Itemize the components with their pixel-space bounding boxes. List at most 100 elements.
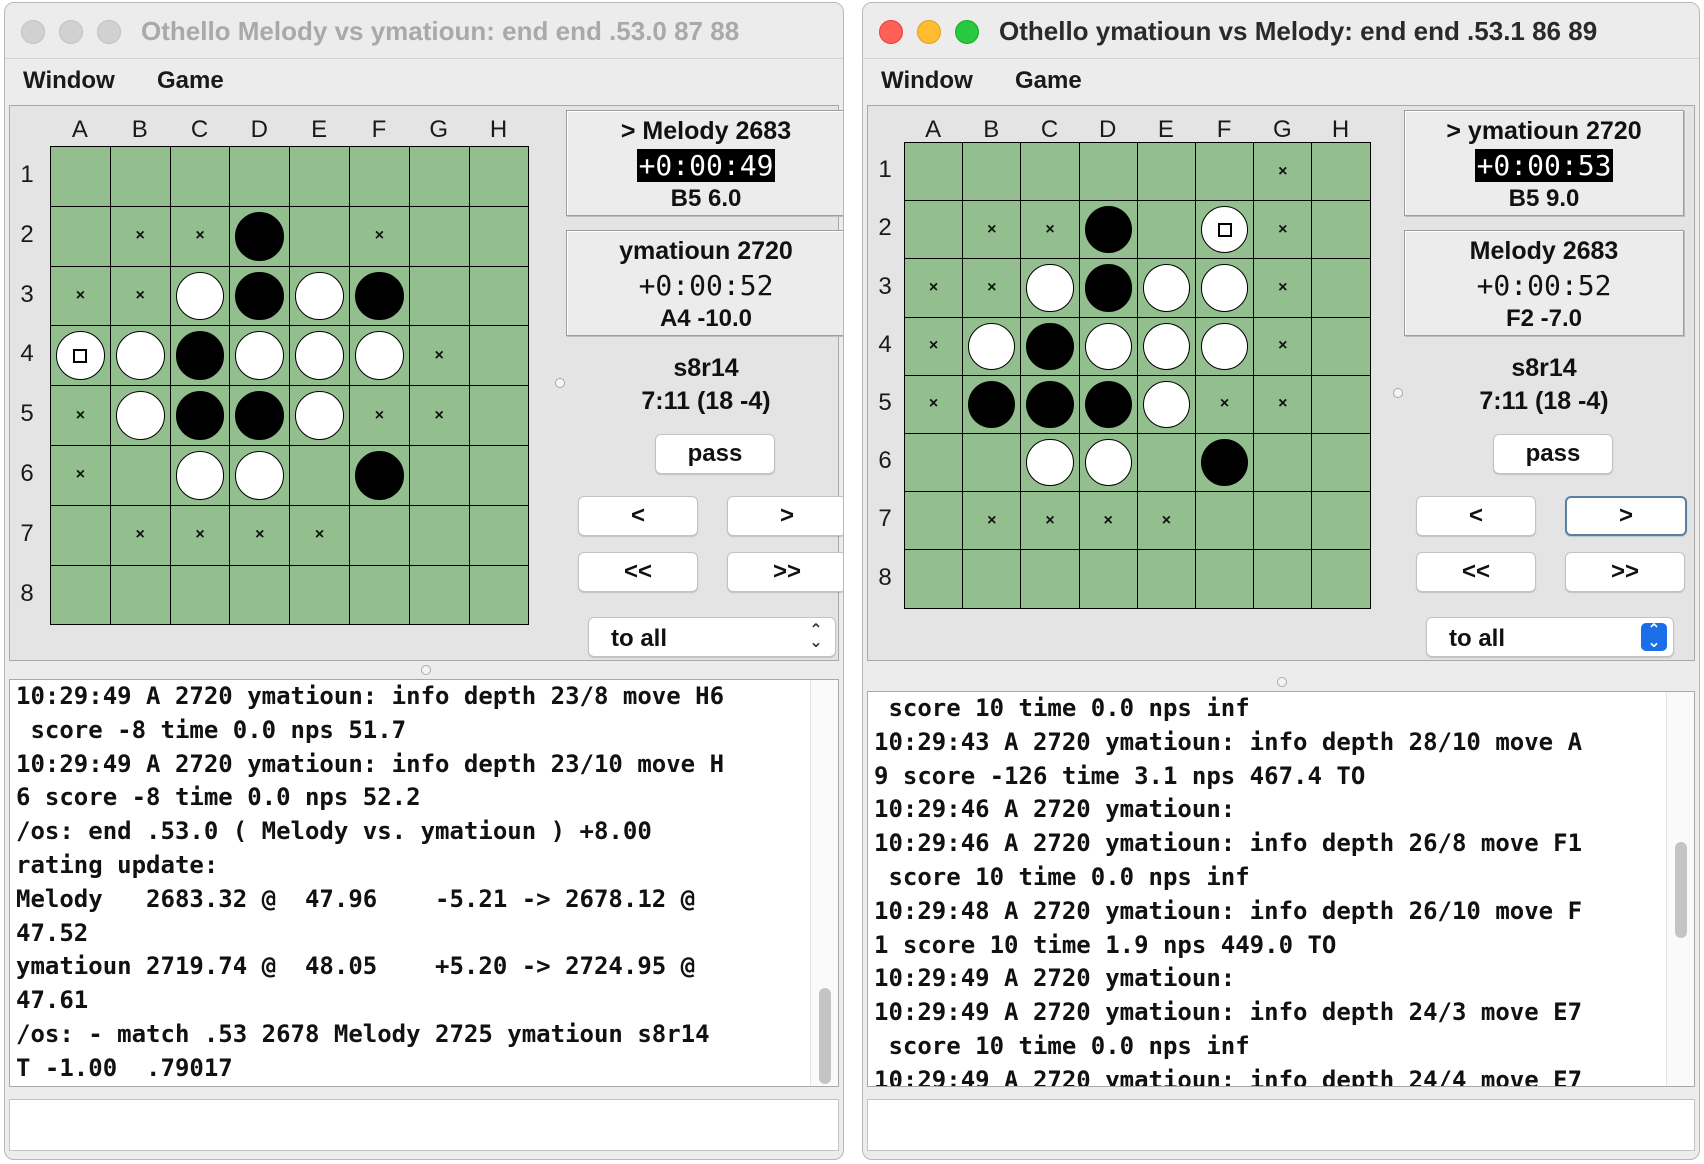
menu-game[interactable]: Game [1015, 67, 1082, 95]
board-square[interactable]: × [905, 375, 963, 433]
board-square[interactable]: × [349, 386, 409, 445]
board-square[interactable] [1079, 259, 1137, 317]
board-square[interactable] [110, 565, 170, 625]
board-square[interactable] [110, 445, 170, 505]
board-square[interactable]: × [170, 206, 230, 266]
board-square[interactable] [1079, 143, 1137, 201]
chat-target-select[interactable]: to all ⌃ ⌄ [1426, 617, 1674, 657]
board-square[interactable]: × [110, 266, 170, 326]
board-square[interactable]: × [409, 326, 469, 386]
board-square[interactable] [1312, 375, 1370, 433]
board-square[interactable] [51, 326, 110, 386]
board-square[interactable]: × [51, 266, 110, 326]
board-square[interactable] [349, 266, 409, 326]
chat-input[interactable] [867, 1099, 1695, 1151]
board-square[interactable] [1137, 375, 1195, 433]
board-square[interactable] [110, 147, 170, 206]
board-square[interactable] [230, 147, 290, 206]
board-square[interactable]: × [1021, 201, 1079, 259]
board-square[interactable] [230, 266, 290, 326]
close-button[interactable] [21, 20, 45, 44]
board-square[interactable] [469, 147, 529, 206]
board-square[interactable] [1021, 259, 1079, 317]
next-move-button[interactable]: > [1565, 496, 1687, 536]
board-square[interactable] [1312, 201, 1370, 259]
board-square[interactable] [1195, 201, 1254, 259]
board-square[interactable] [170, 147, 230, 206]
board-square[interactable] [290, 445, 349, 505]
othello-board[interactable]: × × × × × × × × × × × × × × [50, 146, 530, 626]
board-square[interactable] [905, 201, 963, 259]
board-square[interactable] [409, 565, 469, 625]
pass-button[interactable]: pass [1493, 434, 1613, 474]
split-handle[interactable] [421, 665, 431, 675]
board-square[interactable] [290, 147, 349, 206]
console-scrollbar[interactable] [1666, 692, 1694, 1086]
minimize-button[interactable] [917, 20, 941, 44]
split-handle[interactable] [1277, 677, 1287, 687]
board-square[interactable] [409, 147, 469, 206]
board-square[interactable] [349, 565, 409, 625]
board-square[interactable] [905, 492, 963, 550]
board-square[interactable]: × [110, 206, 170, 266]
board-square[interactable] [1195, 143, 1254, 201]
board-square[interactable] [1079, 375, 1137, 433]
board-square[interactable] [1079, 201, 1137, 259]
board-square[interactable] [963, 550, 1021, 608]
board-square[interactable]: × [290, 505, 349, 565]
board-square[interactable]: × [1254, 201, 1312, 259]
scroll-thumb[interactable] [1675, 842, 1687, 938]
board-square[interactable] [349, 326, 409, 386]
close-button[interactable] [879, 20, 903, 44]
board-square[interactable] [1079, 433, 1137, 492]
board-square[interactable] [1137, 143, 1195, 201]
board-square[interactable]: × [963, 259, 1021, 317]
board-square[interactable] [110, 326, 170, 386]
minimize-button[interactable] [59, 20, 83, 44]
othello-board[interactable]: × × × × × × × × × × × × × × × × [904, 142, 1371, 609]
board-square[interactable] [230, 206, 290, 266]
board-square[interactable] [469, 445, 529, 505]
board-square[interactable] [963, 143, 1021, 201]
board-square[interactable] [1312, 492, 1370, 550]
board-square[interactable] [170, 565, 230, 625]
board-square[interactable] [1137, 433, 1195, 492]
board-square[interactable]: × [1254, 259, 1312, 317]
board-square[interactable] [1312, 317, 1370, 375]
first-move-button[interactable]: << [1416, 552, 1536, 592]
board-square[interactable] [110, 386, 170, 445]
board-square[interactable]: × [110, 505, 170, 565]
board-square[interactable] [230, 445, 290, 505]
board-square[interactable] [170, 445, 230, 505]
board-square[interactable]: × [905, 317, 963, 375]
board-square[interactable]: × [51, 386, 110, 445]
board-square[interactable]: × [1254, 143, 1312, 201]
board-square[interactable] [1254, 433, 1312, 492]
board-square[interactable] [409, 266, 469, 326]
board-square[interactable] [51, 147, 110, 206]
board-square[interactable]: × [1254, 317, 1312, 375]
board-square[interactable]: × [230, 505, 290, 565]
board-square[interactable]: × [1137, 492, 1195, 550]
board-square[interactable] [1312, 433, 1370, 492]
board-square[interactable] [51, 206, 110, 266]
board-square[interactable] [1195, 317, 1254, 375]
board-square[interactable] [1079, 317, 1137, 375]
first-move-button[interactable]: << [578, 552, 698, 592]
board-square[interactable] [963, 317, 1021, 375]
board-square[interactable] [170, 326, 230, 386]
menu-game[interactable]: Game [157, 67, 224, 95]
zoom-button[interactable] [97, 20, 121, 44]
board-square[interactable] [469, 206, 529, 266]
board-square[interactable] [230, 386, 290, 445]
board-square[interactable] [1021, 550, 1079, 608]
board-square[interactable] [905, 550, 963, 608]
board-square[interactable] [170, 266, 230, 326]
board-square[interactable] [963, 433, 1021, 492]
chat-target-select[interactable]: to all ⌃ ⌄ [588, 617, 836, 657]
board-square[interactable] [1021, 433, 1079, 492]
board-square[interactable] [409, 445, 469, 505]
board-square[interactable] [1021, 143, 1079, 201]
board-square[interactable] [1195, 492, 1254, 550]
split-handle[interactable] [555, 378, 565, 388]
